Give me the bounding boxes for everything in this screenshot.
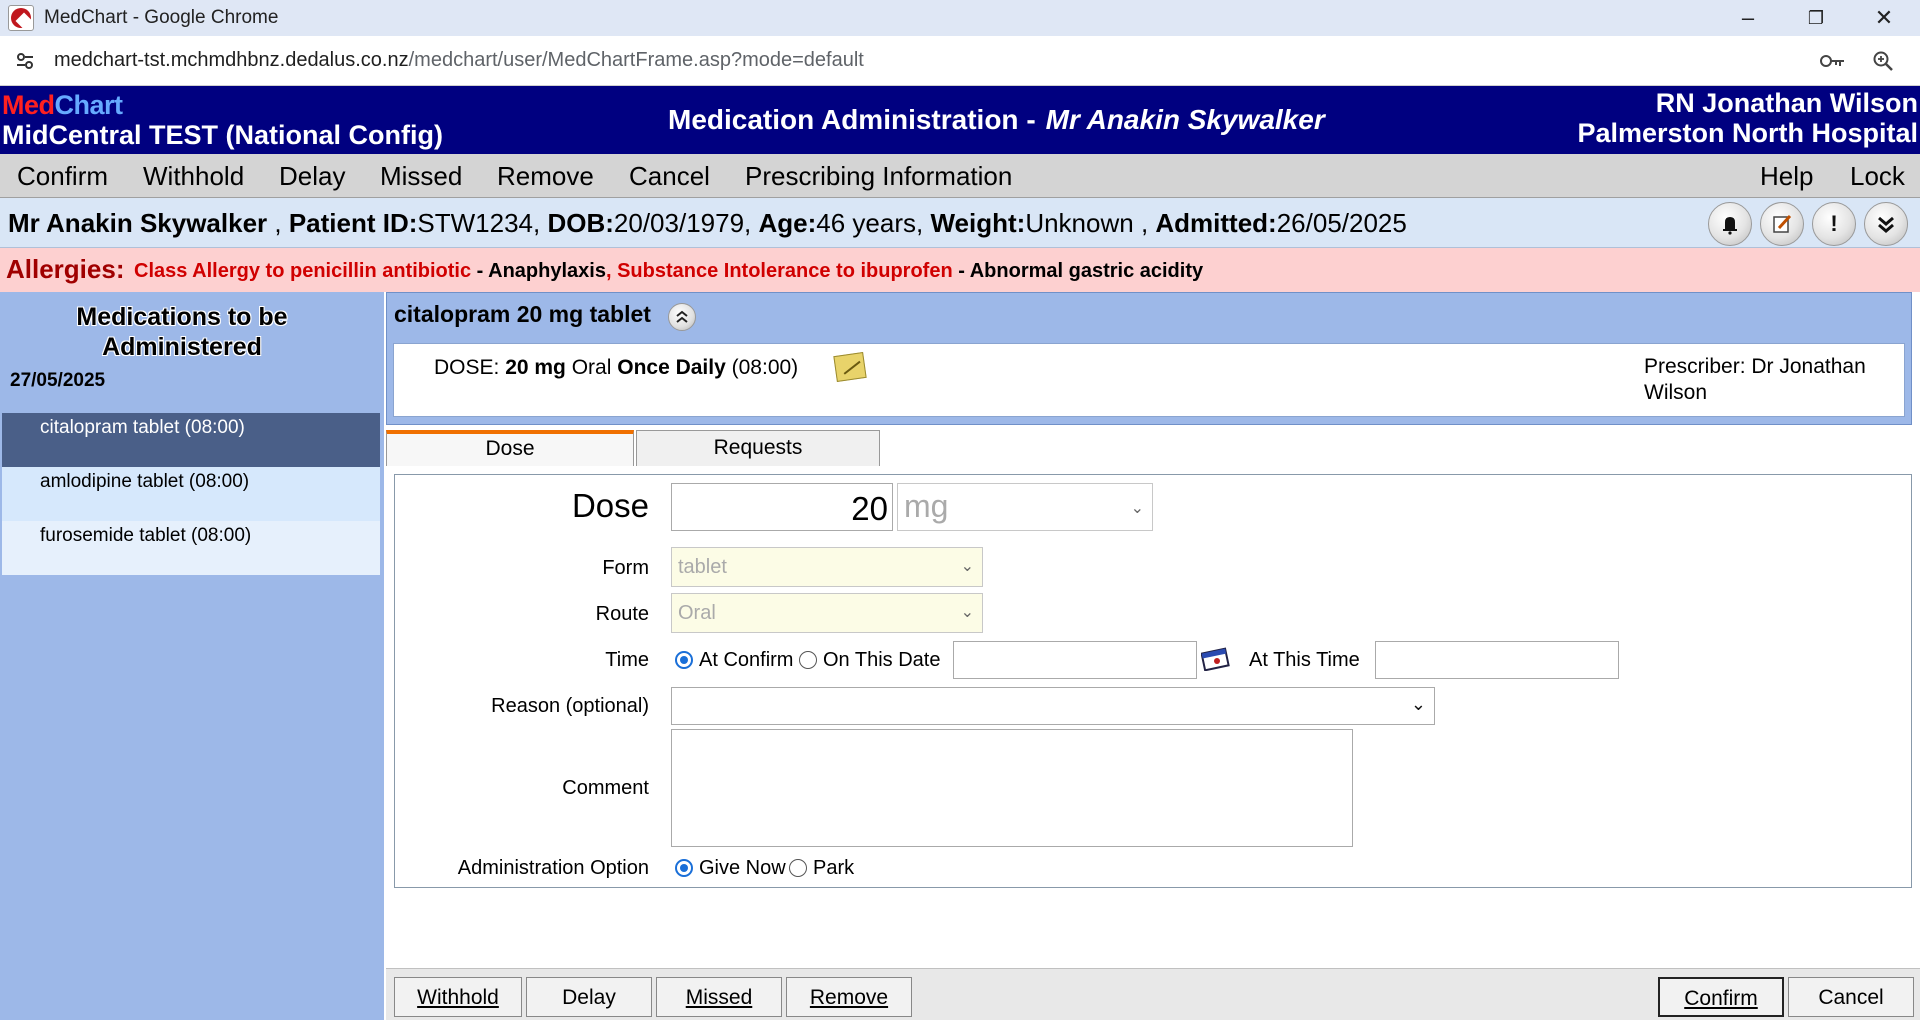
url-field[interactable]: medchart-tst.mchmdhbnz.dedalus.co.nz/med… xyxy=(54,49,864,72)
patient-name: Mr Anakin Skywalker xyxy=(8,208,268,238)
menu-delay[interactable]: Delay xyxy=(279,161,345,192)
administration-date-input[interactable] xyxy=(953,641,1197,679)
dose-summary: DOSE: 20 mg Oral Once Daily (08:00) Pres… xyxy=(393,343,1905,417)
window-title: MedChart - Google Chrome xyxy=(44,7,279,28)
restore-button[interactable]: ❐ xyxy=(1782,0,1850,36)
medications-heading: Medications to be Administered xyxy=(76,303,288,361)
app-header: MedChart MidCentral TEST (National Confi… xyxy=(0,86,1920,154)
route-label: Route xyxy=(595,603,649,625)
route-select[interactable]: Oral ⌄ xyxy=(671,593,983,633)
allergies-list: Class Allergy to penicillin antibiotic -… xyxy=(134,260,1204,282)
menu-help[interactable]: Help xyxy=(1760,161,1813,192)
administration-date: 27/05/2025 xyxy=(10,370,106,391)
patient-info: Mr Anakin Skywalker , Patient ID:STW1234… xyxy=(8,208,1407,238)
time-at-confirm-radio[interactable] xyxy=(675,651,693,669)
minimize-button[interactable]: – xyxy=(1714,0,1782,36)
medications-panel: Medications to be Administered 27/05/2025… xyxy=(0,292,384,1020)
tab-requests[interactable]: Requests xyxy=(636,430,880,466)
comment-textarea[interactable] xyxy=(671,729,1353,847)
menu-remove[interactable]: Remove xyxy=(497,161,594,192)
dose-label: Dose xyxy=(571,487,649,524)
medchart-logo: MedChart xyxy=(2,90,123,120)
comment-label: Comment xyxy=(562,777,649,799)
patient-admitted: 26/05/2025 xyxy=(1276,208,1407,238)
logged-in-user: RN Jonathan Wilson xyxy=(1655,88,1918,118)
menu-prescribing-information[interactable]: Prescribing Information xyxy=(745,161,1012,192)
confirm-button[interactable]: Confirm xyxy=(1658,977,1784,1017)
header-patient-name: Mr Anakin Skywalker xyxy=(1045,104,1325,135)
time-label: Time xyxy=(605,649,649,671)
medication-list-item[interactable]: amlodipine tablet (08:00) xyxy=(2,467,380,521)
park-radio[interactable] xyxy=(789,859,807,877)
dose-summary-text: DOSE: 20 mg Oral Once Daily (08:00) xyxy=(434,356,799,379)
reason-select[interactable]: ⌄ xyxy=(671,687,1435,725)
menu-missed[interactable]: Missed xyxy=(380,161,462,192)
allergies-bar: Allergies: Class Allergy to penicillin a… xyxy=(0,248,1920,292)
delay-button[interactable]: Delay xyxy=(526,977,652,1017)
form-label: Form xyxy=(602,557,649,579)
give-now-radio[interactable] xyxy=(675,859,693,877)
prescriber: Prescriber: Dr Jonathan Wilson xyxy=(1644,355,1866,404)
warning-exclamation-icon[interactable]: ! xyxy=(1812,202,1856,246)
medication-list-item[interactable]: citalopram tablet (08:00) xyxy=(2,413,380,467)
medication-list-item[interactable]: furosemide tablet (08:00) xyxy=(2,521,380,575)
menu-withhold[interactable]: Withhold xyxy=(143,161,244,192)
hospital-name: Palmerston North Hospital xyxy=(1577,118,1918,148)
patient-age: 46 years xyxy=(816,208,917,238)
medchart-app-icon xyxy=(8,5,34,31)
give-now-label: Give Now xyxy=(699,857,786,879)
screen-title: Medication Administration - Mr Anakin Sky… xyxy=(668,104,1325,135)
time-on-this-date-radio[interactable] xyxy=(799,651,817,669)
note-icon[interactable] xyxy=(833,352,867,382)
password-key-icon[interactable] xyxy=(1818,46,1848,76)
patient-id: STW1234 xyxy=(417,208,534,238)
address-bar: medchart-tst.mchmdhbnz.dedalus.co.nz/med… xyxy=(0,36,1920,86)
browser-title-bar: MedChart - Google Chrome – ❐ ✕ xyxy=(0,0,1920,36)
calendar-icon[interactable] xyxy=(1200,645,1231,672)
administration-option-label: Administration Option xyxy=(457,857,649,879)
patient-bar: Mr Anakin Skywalker , Patient ID:STW1234… xyxy=(0,198,1920,248)
menu-lock[interactable]: Lock xyxy=(1850,161,1905,192)
dose-form: Dose 20 mg ⌄ Form tablet ⌄ Route Oral ⌄ Tim… xyxy=(394,474,1912,888)
park-label: Park xyxy=(813,857,855,879)
at-this-time-input[interactable] xyxy=(1375,641,1619,679)
action-button-bar: Withhold Delay Missed Remove Confirm Can… xyxy=(386,968,1920,1020)
zoom-icon[interactable] xyxy=(1868,46,1898,76)
menu-confirm[interactable]: Confirm xyxy=(17,161,108,192)
patient-dob: 20/03/1979 xyxy=(613,208,745,238)
cancel-button[interactable]: Cancel xyxy=(1788,977,1914,1017)
edit-notes-icon[interactable] xyxy=(1760,202,1804,246)
close-window-button[interactable]: ✕ xyxy=(1850,0,1918,36)
bell-alert-icon[interactable] xyxy=(1708,202,1752,246)
expand-down-icon[interactable] xyxy=(1864,202,1908,246)
dose-input[interactable]: 20 xyxy=(671,483,893,531)
form-select[interactable]: tablet ⌄ xyxy=(671,547,983,587)
dose-unit-select[interactable]: mg ⌄ xyxy=(897,483,1153,531)
time-on-this-date-label: On This Date xyxy=(823,649,941,671)
missed-button[interactable]: Missed xyxy=(656,977,782,1017)
allergies-label: Allergies: xyxy=(6,254,125,284)
collapse-up-icon[interactable] xyxy=(668,303,696,331)
administration-panel: citalopram 20 mg tablet DOSE: 20 mg Oral… xyxy=(386,292,1920,1020)
organisation-name: MidCentral TEST (National Config) xyxy=(2,120,443,150)
medication-title: citalopram 20 mg tablet xyxy=(394,301,651,327)
site-info-icon[interactable] xyxy=(10,46,40,76)
patient-weight: Unknown xyxy=(1025,208,1134,238)
menu-bar: Confirm Withhold Delay Missed Remove Can… xyxy=(0,154,1920,198)
at-this-time-label: At This Time xyxy=(1249,649,1360,671)
reason-label: Reason (optional) xyxy=(491,695,649,717)
medication-header: citalopram 20 mg tablet DOSE: 20 mg Oral… xyxy=(386,292,1912,425)
menu-cancel[interactable]: Cancel xyxy=(629,161,710,192)
remove-button[interactable]: Remove xyxy=(786,977,912,1017)
tab-dose[interactable]: Dose xyxy=(386,430,634,466)
time-at-confirm-label: At Confirm xyxy=(699,649,794,671)
withhold-button[interactable]: Withhold xyxy=(394,977,522,1017)
